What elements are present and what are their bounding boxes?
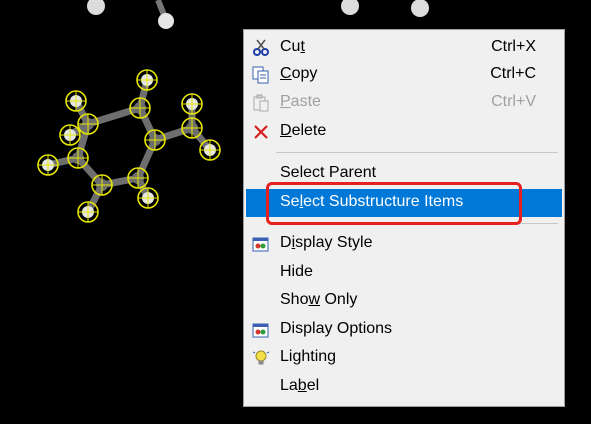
scissors-icon xyxy=(253,39,269,56)
menu-separator xyxy=(276,152,558,153)
red-highlight-annotation xyxy=(266,182,522,225)
menu-item-delete[interactable]: Delete xyxy=(246,118,562,146)
menu-item-label: Display Options xyxy=(280,320,393,337)
menu-item-label: Label xyxy=(280,377,320,394)
selected-molecule[interactable] xyxy=(37,69,221,223)
menu-item-shortcut: Ctrl+C xyxy=(490,65,536,82)
display-style-icon xyxy=(252,237,269,252)
menu-item-shortcut: Ctrl+X xyxy=(491,38,536,55)
menu-item-label: Paste xyxy=(280,93,321,110)
menu-item-copy[interactable]: Copy Ctrl+C xyxy=(246,61,562,89)
menu-item-lighting[interactable]: Lighting xyxy=(246,344,562,372)
paste-icon xyxy=(253,94,269,112)
menu-item-label: Lighting xyxy=(280,348,337,365)
menu-item-hide[interactable]: Hide xyxy=(246,259,562,287)
background-molecule-fragment xyxy=(87,0,429,29)
menu-item-label: Copy xyxy=(280,65,318,82)
copy-icon xyxy=(252,66,269,84)
menu-item-paste[interactable]: Paste Ctrl+V xyxy=(246,89,562,117)
menu-item-label: Select Parent xyxy=(280,164,377,181)
menu-item-label: Display Style xyxy=(280,234,373,251)
bond xyxy=(84,104,144,128)
menu-item-label-item[interactable]: Label xyxy=(246,373,562,401)
menu-item-display-options[interactable]: Display Options xyxy=(246,316,562,344)
lightbulb-icon xyxy=(252,350,270,365)
menu-item-show-only[interactable]: Show Only xyxy=(246,287,562,315)
menu-item-shortcut: Ctrl+V xyxy=(491,93,536,110)
menu-item-label: Cut xyxy=(280,38,305,55)
display-options-icon xyxy=(252,323,269,338)
menu-item-cut[interactable]: Cut Ctrl+X xyxy=(246,34,562,62)
menu-item-label: Delete xyxy=(280,122,327,139)
menu-item-display-style[interactable]: Display Style xyxy=(246,230,562,258)
delete-x-icon xyxy=(254,125,268,139)
menu-item-label: Hide xyxy=(280,263,313,280)
menu-item-label: Show Only xyxy=(280,291,358,308)
